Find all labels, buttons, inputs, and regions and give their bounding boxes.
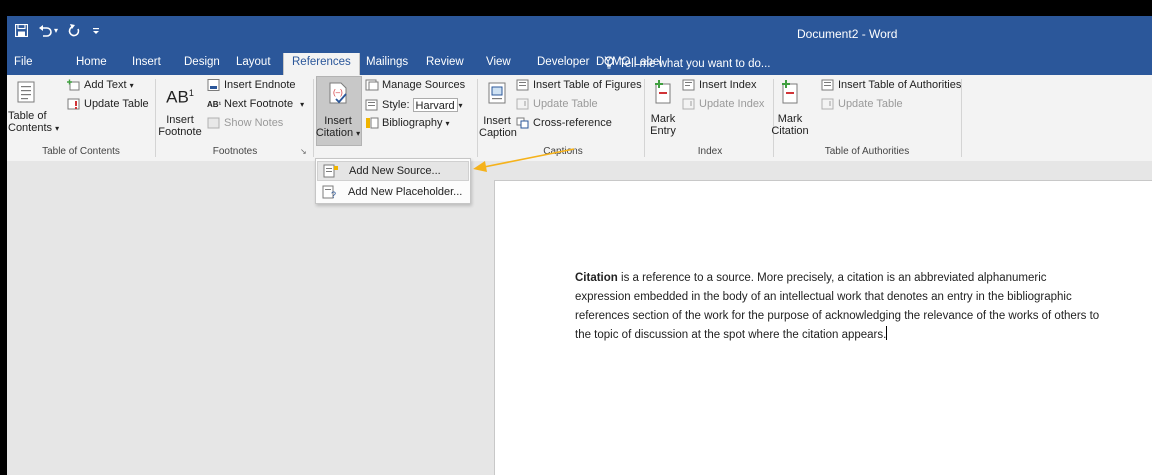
insert-table-of-figures-button[interactable]: Insert Table of Figures bbox=[516, 79, 642, 91]
chevron-down-icon: ▾ bbox=[356, 129, 361, 138]
tab-design[interactable]: Design bbox=[184, 56, 220, 68]
mark-citation-icon bbox=[782, 80, 798, 104]
svg-text:(–): (–) bbox=[333, 88, 343, 97]
insert-index-icon bbox=[682, 79, 695, 91]
add-text-icon bbox=[67, 79, 80, 91]
tab-insert[interactable]: Insert bbox=[132, 56, 161, 68]
manage-sources-icon bbox=[365, 79, 379, 91]
chevron-down-icon: ▾ bbox=[300, 99, 305, 109]
menu-item-add-new-source[interactable]: Add New Source... bbox=[317, 161, 469, 181]
insert-index-button[interactable]: Insert Index bbox=[682, 79, 756, 91]
tab-layout[interactable]: Layout bbox=[236, 56, 271, 68]
group-divider bbox=[155, 79, 156, 157]
cross-reference-button[interactable]: Cross-reference bbox=[516, 117, 612, 129]
insert-citation-label-line2: Citation bbox=[315, 127, 354, 139]
mark-entry-icon bbox=[655, 80, 671, 104]
update-figures-table-button[interactable]: Update Table bbox=[516, 98, 598, 110]
mark-entry-button[interactable]: Mark Entry bbox=[647, 80, 679, 137]
redo-icon[interactable] bbox=[68, 24, 81, 37]
quick-access-toolbar: ▾ bbox=[15, 24, 101, 37]
chevron-down-icon: ▾ bbox=[129, 80, 134, 90]
next-footnote-icon: AB¹ bbox=[207, 99, 222, 109]
window-title: Document2 - Word bbox=[797, 27, 898, 41]
chevron-down-icon: ▾ bbox=[55, 124, 60, 133]
word-window: ▾ Document2 - Word File Home Insert Desi… bbox=[7, 16, 1152, 475]
toc-label-line2: Contents bbox=[8, 122, 53, 134]
text-cursor bbox=[886, 326, 888, 340]
tab-mailings[interactable]: Mailings bbox=[366, 56, 408, 68]
cross-reference-icon bbox=[516, 117, 529, 129]
footnote-ab-icon: AB1 bbox=[166, 87, 194, 107]
save-icon[interactable] bbox=[15, 24, 28, 37]
svg-text:?: ? bbox=[331, 190, 336, 199]
bold-term: Citation bbox=[575, 272, 618, 284]
group-divider bbox=[477, 79, 478, 157]
show-notes-button[interactable]: Show Notes bbox=[207, 117, 283, 129]
chevron-down-icon: ▾ bbox=[458, 100, 463, 110]
group-label-authorities: Table of Authorities bbox=[824, 146, 910, 157]
table-of-authorities-icon bbox=[821, 79, 834, 91]
document-canvas: Citation is a reference to a source. Mor… bbox=[7, 161, 1152, 475]
bibliography-icon bbox=[366, 117, 379, 129]
style-dropdown[interactable]: Harvard bbox=[412, 98, 458, 112]
group-label-index: Index bbox=[697, 146, 723, 157]
show-notes-icon bbox=[207, 117, 220, 129]
insert-citation-menu: Add New Source... ? Add New Placeholder.… bbox=[315, 158, 471, 204]
update-index-button[interactable]: Update Index bbox=[682, 98, 764, 110]
tab-references[interactable]: References bbox=[283, 53, 360, 75]
ribbon-tabs: File Home Insert Design Layout Reference… bbox=[7, 53, 1152, 75]
group-divider bbox=[961, 79, 962, 157]
group-divider bbox=[644, 79, 645, 157]
add-source-icon bbox=[323, 164, 338, 178]
table-of-contents-button[interactable]: Table of Contents ▾ bbox=[7, 81, 59, 135]
document-paragraph[interactable]: Citation is a reference to a source. Mor… bbox=[575, 269, 1105, 345]
tab-file[interactable]: File bbox=[14, 56, 33, 68]
style-icon bbox=[365, 99, 378, 111]
group-label-toc: Table of Contents bbox=[42, 146, 120, 157]
chevron-down-icon: ▾ bbox=[445, 118, 450, 128]
lightbulb-icon bbox=[604, 56, 614, 72]
undo-dropdown-icon[interactable]: ▾ bbox=[54, 26, 58, 35]
insert-endnote-button[interactable]: Insert Endnote bbox=[207, 79, 296, 91]
tab-review[interactable]: Review bbox=[426, 56, 464, 68]
update-table-icon bbox=[67, 98, 80, 110]
menu-item-add-new-placeholder[interactable]: ? Add New Placeholder... bbox=[317, 182, 469, 202]
style-selector[interactable]: Style: Harvard ▾ bbox=[365, 98, 463, 112]
insert-caption-icon bbox=[488, 82, 506, 104]
tell-me-placeholder: Tell me what you want to do... bbox=[619, 58, 771, 70]
group-label-captions: Captions bbox=[543, 146, 583, 157]
manage-sources-button[interactable]: Manage Sources bbox=[365, 79, 465, 91]
customize-qat-icon[interactable] bbox=[91, 26, 101, 36]
update-table-icon bbox=[821, 98, 834, 110]
title-bar: ▾ Document2 - Word bbox=[7, 16, 1152, 53]
bibliography-button[interactable]: Bibliography ▾ bbox=[365, 117, 450, 129]
group-divider bbox=[313, 79, 314, 157]
tab-home[interactable]: Home bbox=[76, 56, 107, 68]
tab-developer[interactable]: Developer bbox=[537, 56, 589, 68]
insert-citation-icon: (–) bbox=[329, 82, 347, 104]
ribbon-references: Table of Contents ▾ Add Text ▾ Update Tab… bbox=[7, 75, 1152, 162]
add-placeholder-icon: ? bbox=[322, 185, 336, 199]
insert-footnote-button[interactable]: AB1 Insert Footnote bbox=[157, 81, 203, 138]
insert-endnote-icon bbox=[207, 79, 220, 91]
group-label-footnotes: Footnotes bbox=[212, 146, 258, 157]
table-of-contents-icon bbox=[17, 81, 35, 103]
undo-icon[interactable] bbox=[38, 24, 52, 37]
tab-view[interactable]: View bbox=[486, 56, 511, 68]
paragraph-text: is a reference to a source. More precise… bbox=[575, 272, 1100, 341]
update-authorities-table-button[interactable]: Update Table bbox=[821, 98, 903, 110]
mark-citation-button[interactable]: Mark Citation bbox=[765, 80, 815, 137]
table-of-figures-icon bbox=[516, 79, 529, 91]
update-table-icon bbox=[516, 98, 529, 110]
update-table-button[interactable]: Update Table bbox=[67, 98, 149, 110]
add-text-button[interactable]: Add Text ▾ bbox=[67, 79, 134, 91]
update-index-icon bbox=[682, 98, 695, 110]
dialog-launcher-icon[interactable]: ↘ bbox=[300, 147, 307, 156]
tell-me-box[interactable]: Tell me what you want to do... bbox=[604, 56, 771, 72]
document-page[interactable]: Citation is a reference to a source. Mor… bbox=[494, 180, 1152, 475]
insert-table-of-authorities-button[interactable]: Insert Table of Authorities bbox=[821, 79, 961, 91]
insert-citation-button[interactable]: (–) Insert Citation ▾ bbox=[315, 82, 361, 140]
next-footnote-button[interactable]: AB¹ Next Footnote ▾ bbox=[207, 98, 304, 110]
insert-caption-button[interactable]: Insert Caption bbox=[479, 82, 517, 139]
